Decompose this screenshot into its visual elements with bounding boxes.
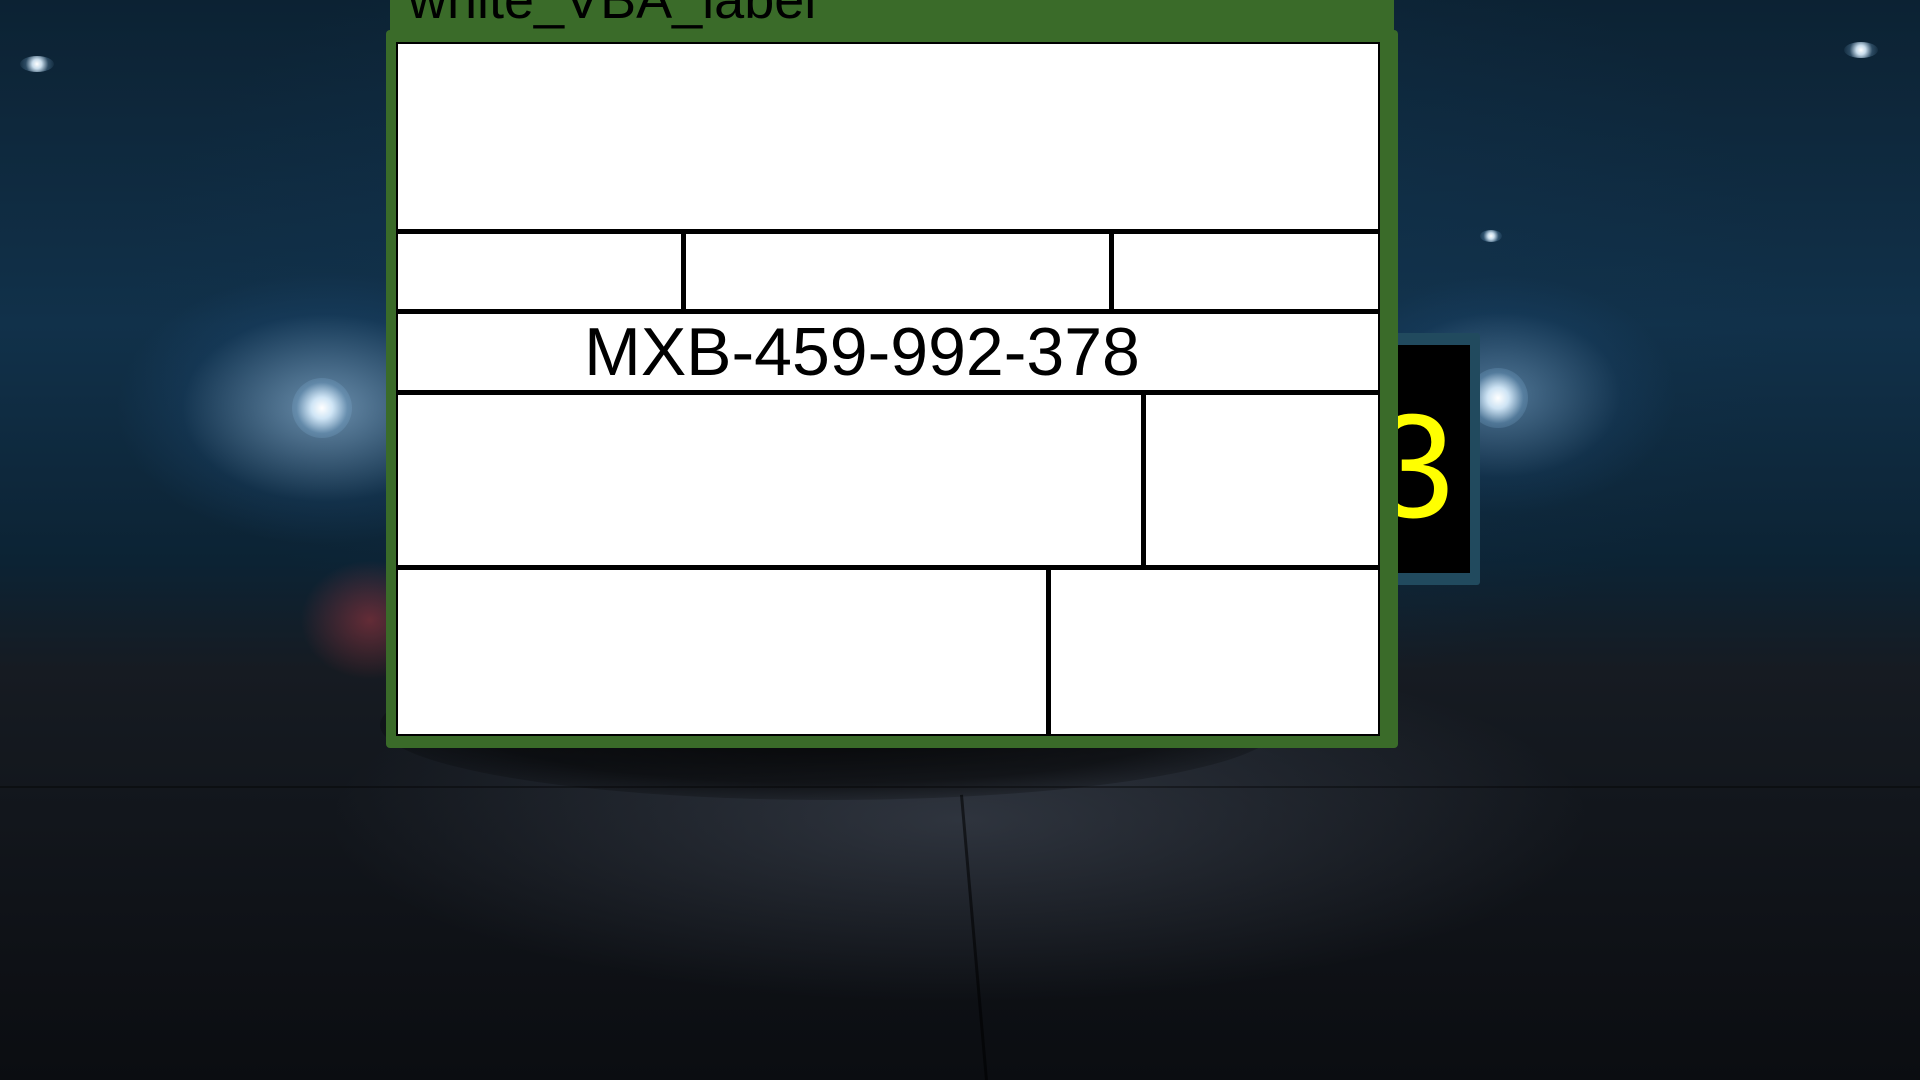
label-window[interactable]: white_VBA_label MXB-459-992-378 [386, 0, 1398, 748]
ceiling-light-icon [1480, 230, 1502, 242]
label-row2-middle-cell [686, 234, 1109, 309]
floor-seam [960, 794, 989, 1080]
background-scene: 3 white_VBA_label MXB-459-992-378 [0, 0, 1920, 1080]
label-frame: MXB-459-992-378 [386, 30, 1398, 748]
label-window-title: white_VBA_label [408, 0, 817, 30]
label-row5-left-cell [398, 570, 1046, 734]
label-header-cell [398, 44, 1378, 229]
label-card: MXB-459-992-378 [396, 42, 1380, 736]
label-row2-left-cell [398, 234, 681, 309]
background-counter-panel: 3 [1372, 333, 1480, 585]
label-row5-right-cell [1051, 570, 1378, 734]
ceiling-light-icon [1844, 42, 1878, 58]
floor-seam [0, 786, 1920, 788]
serial-number: MXB-459-992-378 [584, 314, 1140, 390]
ceiling-light-icon [20, 56, 54, 72]
serial-number-cell: MXB-459-992-378 [398, 314, 1378, 390]
label-row4-right-cell [1146, 395, 1378, 565]
counter-screen: 3 [1372, 345, 1470, 573]
label-row2-right-cell [1114, 234, 1378, 309]
left-spotlight-icon [292, 378, 352, 438]
label-row4-left-cell [398, 395, 1141, 565]
